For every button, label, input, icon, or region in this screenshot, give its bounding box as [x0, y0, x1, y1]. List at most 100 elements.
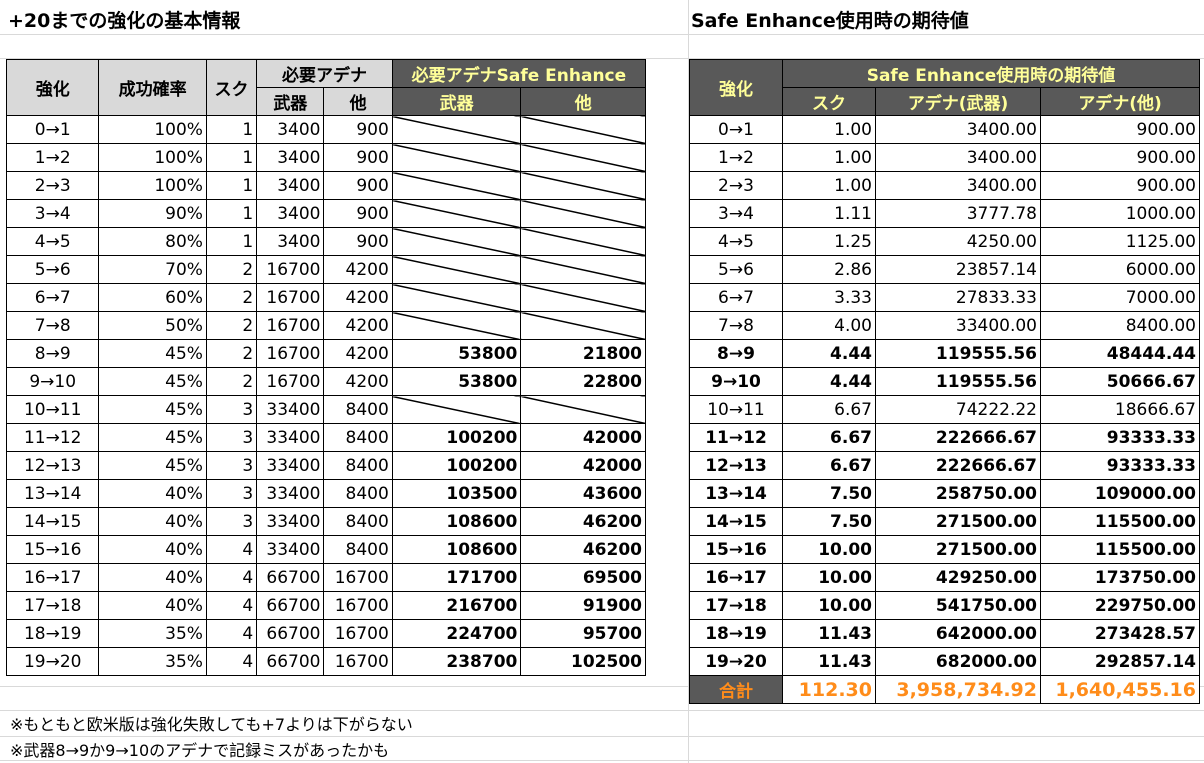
scroll-cell: 2: [205, 255, 258, 284]
expected-weapon-adena-cell: 682000.00: [875, 647, 1041, 676]
success-rate-cell: 35%: [98, 647, 207, 676]
table-row: 13→14 7.50 258750.00 109000.00: [689, 479, 1200, 508]
safe-weapon-adena-cell: [391, 255, 522, 284]
other-adena-cell: 4200: [323, 283, 393, 312]
header-expected-group: Safe Enhance使用時の期待値: [782, 59, 1200, 88]
enhance-step-cell: 4→5: [5, 227, 100, 256]
success-rate-cell: 100%: [98, 115, 207, 144]
total-scroll: 112.30: [782, 675, 876, 704]
weapon-adena-cell: 66700: [256, 591, 325, 620]
other-adena-cell: 8400: [323, 535, 393, 564]
weapon-adena-cell: 33400: [256, 479, 325, 508]
scroll-cell: 3: [205, 451, 258, 480]
scroll-cell: 4: [205, 619, 258, 648]
safe-other-adena-cell: [520, 255, 646, 284]
safe-other-adena-cell: [520, 115, 646, 144]
safe-weapon-adena-cell: [391, 143, 522, 172]
enhance-step-cell: 16→17: [689, 563, 783, 592]
expected-other-adena-cell: 93333.33: [1040, 451, 1200, 480]
table-row: 4→5 1.25 4250.00 1125.00: [689, 227, 1200, 256]
safe-weapon-adena-cell: 100200: [391, 423, 522, 452]
weapon-adena-cell: 33400: [256, 535, 325, 564]
other-adena-cell: 900: [323, 199, 393, 228]
success-rate-cell: 40%: [98, 535, 207, 564]
expected-scroll-cell: 4.44: [782, 367, 876, 396]
table-row: 12→13 45% 3 33400 8400 100200 42000: [5, 451, 646, 480]
safe-weapon-adena-cell: [391, 199, 522, 228]
weapon-adena-cell: 3400: [256, 115, 325, 144]
table-row: 4→5 80% 1 3400 900: [5, 227, 646, 256]
table-row: 6→7 3.33 27833.33 7000.00: [689, 283, 1200, 312]
success-rate-cell: 40%: [98, 479, 207, 508]
safe-weapon-adena-cell: 171700: [391, 563, 522, 592]
expected-other-adena-cell: 93333.33: [1040, 423, 1200, 452]
safe-weapon-adena-cell: [391, 171, 522, 200]
expected-weapon-adena-cell: 23857.14: [875, 255, 1041, 284]
weapon-adena-cell: 16700: [256, 283, 325, 312]
header-expected-adena-other: アデナ(他): [1040, 87, 1200, 116]
expected-other-adena-cell: 900.00: [1040, 115, 1200, 144]
safe-weapon-adena-cell: 216700: [391, 591, 522, 620]
weapon-adena-cell: 3400: [256, 171, 325, 200]
expected-other-adena-cell: 48444.44: [1040, 339, 1200, 368]
table-row: 11→12 45% 3 33400 8400 100200 42000: [5, 423, 646, 452]
expected-other-adena-cell: 900.00: [1040, 143, 1200, 172]
table-row: 0→1 1.00 3400.00 900.00: [689, 115, 1200, 144]
header-other: 他: [323, 87, 393, 116]
expected-weapon-adena-cell: 3400.00: [875, 171, 1041, 200]
safe-weapon-adena-cell: 100200: [391, 451, 522, 480]
table-row: 5→6 70% 2 16700 4200: [5, 255, 646, 284]
enhance-step-cell: 9→10: [689, 367, 783, 396]
scroll-cell: 1: [205, 115, 258, 144]
expected-scroll-cell: 10.00: [782, 563, 876, 592]
other-adena-cell: 8400: [323, 395, 393, 424]
success-rate-cell: 100%: [98, 143, 207, 172]
safe-weapon-adena-cell: 108600: [391, 535, 522, 564]
enhance-step-cell: 2→3: [5, 171, 100, 200]
header-enhance-right: 強化: [689, 59, 783, 116]
table-row: 14→15 7.50 271500.00 115500.00: [689, 507, 1200, 536]
safe-other-adena-cell: 42000: [520, 451, 646, 480]
scroll-cell: 1: [205, 171, 258, 200]
success-rate-cell: 45%: [98, 423, 207, 452]
enhance-step-cell: 0→1: [5, 115, 100, 144]
expected-other-adena-cell: 273428.57: [1040, 619, 1200, 648]
safe-other-adena-cell: 69500: [520, 563, 646, 592]
other-adena-cell: 4200: [323, 255, 393, 284]
weapon-adena-cell: 33400: [256, 451, 325, 480]
table-row: 8→9 45% 2 16700 4200 53800 21800: [5, 339, 646, 368]
safe-other-adena-cell: 91900: [520, 591, 646, 620]
weapon-adena-cell: 33400: [256, 395, 325, 424]
success-rate-cell: 90%: [98, 199, 207, 228]
scroll-cell: 4: [205, 563, 258, 592]
enhance-step-cell: 10→11: [689, 395, 783, 424]
expected-scroll-cell: 2.86: [782, 255, 876, 284]
expected-weapon-adena-cell: 642000.00: [875, 619, 1041, 648]
expected-weapon-adena-cell: 222666.67: [875, 423, 1041, 452]
safe-other-adena-cell: [520, 143, 646, 172]
expected-weapon-adena-cell: 429250.00: [875, 563, 1041, 592]
expected-other-adena-cell: 229750.00: [1040, 591, 1200, 620]
success-rate-cell: 40%: [98, 507, 207, 536]
safe-other-adena-cell: [520, 311, 646, 340]
expected-scroll-cell: 6.67: [782, 451, 876, 480]
enhance-step-cell: 6→7: [5, 283, 100, 312]
table-row: 16→17 10.00 429250.00 173750.00: [689, 563, 1200, 592]
success-rate-cell: 45%: [98, 339, 207, 368]
table-row: 3→4 90% 1 3400 900: [5, 199, 646, 228]
safe-weapon-adena-cell: 53800: [391, 367, 522, 396]
total-adena-weapon: 3,958,734.92: [875, 675, 1041, 704]
table-row: 6→7 60% 2 16700 4200: [5, 283, 646, 312]
enhance-step-cell: 2→3: [689, 171, 783, 200]
enhance-step-cell: 4→5: [689, 227, 783, 256]
enhance-step-cell: 11→12: [689, 423, 783, 452]
table-row: 14→15 40% 3 33400 8400 108600 46200: [5, 507, 646, 536]
table-row: 9→10 4.44 119555.56 50666.67: [689, 367, 1200, 396]
enhance-step-cell: 15→16: [5, 535, 100, 564]
table-row: 7→8 50% 2 16700 4200: [5, 311, 646, 340]
expected-value-table: 強化 Safe Enhance使用時の期待値 スク アデナ(武器) アデナ(他)…: [689, 59, 1200, 704]
table-row: 15→16 10.00 271500.00 115500.00: [689, 535, 1200, 564]
scroll-cell: 3: [205, 479, 258, 508]
safe-other-adena-cell: [520, 395, 646, 424]
safe-other-adena-cell: 43600: [520, 479, 646, 508]
